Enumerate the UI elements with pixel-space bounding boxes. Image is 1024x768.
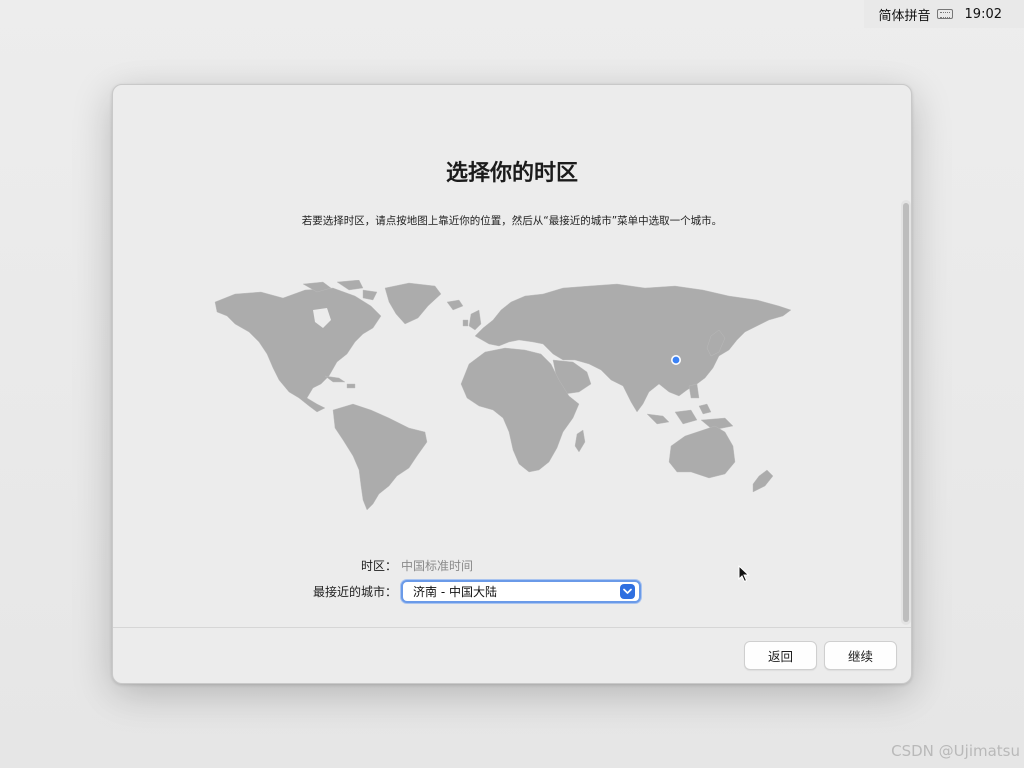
page-title: 选择你的时区 bbox=[445, 161, 578, 186]
mouse-pointer-icon bbox=[738, 565, 750, 583]
land-madagascar[interactable] bbox=[574, 429, 586, 453]
land-new-zealand[interactable] bbox=[752, 469, 774, 493]
location-pin[interactable] bbox=[670, 355, 681, 366]
land-australia[interactable] bbox=[668, 425, 736, 479]
city-row: 最接近的城市： 济南 - 中国大陆 bbox=[113, 580, 641, 603]
land-south-america[interactable] bbox=[332, 403, 428, 511]
scrollbar-thumb[interactable] bbox=[903, 203, 909, 622]
scrollbar[interactable] bbox=[901, 200, 911, 625]
timezone-value: 中国标准时间 bbox=[401, 559, 474, 573]
land-indonesia[interactable] bbox=[646, 403, 734, 431]
world-map[interactable] bbox=[213, 280, 793, 515]
instruction-text: 若要选择时区，请点按地图上靠近你的位置，然后从“最接近的城市”菜单中选取一个城市… bbox=[301, 215, 723, 227]
land-caribbean[interactable] bbox=[324, 375, 356, 389]
chevron-down-icon[interactable] bbox=[620, 584, 635, 599]
land-iceland[interactable] bbox=[446, 299, 464, 311]
desktop: 简体拼音 19:02 选择你的时区 若要选择时区，请点按地图上靠近你的位置，然后… bbox=[0, 0, 1024, 768]
closest-city-value: 济南 - 中国大陆 bbox=[413, 585, 497, 599]
city-label: 最接近的城市： bbox=[312, 585, 397, 599]
input-method-label: 简体拼音 bbox=[878, 8, 931, 24]
menubar-clock[interactable]: 19:02 bbox=[965, 7, 1002, 22]
land-philippines[interactable] bbox=[688, 383, 700, 399]
continue-button[interactable]: 继续 bbox=[824, 641, 897, 670]
timezone-dialog: 选择你的时区 若要选择时区，请点按地图上靠近你的位置，然后从“最接近的城市”菜单… bbox=[112, 84, 912, 684]
back-button[interactable]: 返回 bbox=[744, 641, 817, 670]
timezone-label: 时区： bbox=[360, 559, 397, 573]
land-greenland[interactable] bbox=[384, 282, 442, 325]
menubar-extras: 简体拼音 19:02 bbox=[864, 0, 1024, 28]
timezone-row: 时区： 中国标准时间 bbox=[113, 557, 473, 574]
keyboard-icon bbox=[936, 9, 953, 19]
input-method-menu[interactable]: 简体拼音 bbox=[879, 5, 953, 24]
footer-divider bbox=[113, 627, 911, 628]
land-british-isles[interactable] bbox=[462, 309, 482, 331]
closest-city-select[interactable]: 济南 - 中国大陆 bbox=[401, 580, 641, 603]
land-north-america[interactable] bbox=[214, 287, 382, 413]
watermark: CSDN @Ujimatsu bbox=[891, 742, 1020, 760]
